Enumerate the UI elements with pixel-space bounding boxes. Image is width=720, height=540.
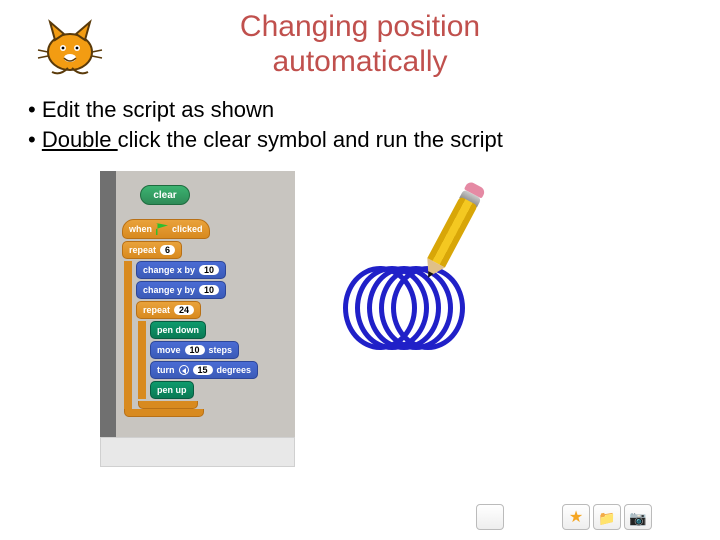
pen-up-block[interactable]: pen up [150,381,194,399]
bullet-1: Edit the script as shown [28,97,720,123]
scratch-script-area: clear when clicked repeat 6 change x by … [100,171,295,441]
ccw-arrow-icon [179,365,189,375]
bullet-list: Edit the script as shown Double click th… [28,97,720,153]
stage-output [323,171,533,411]
title-line-2: automatically [272,45,447,78]
change-x-block[interactable]: change x by 10 [136,261,226,279]
when-flag-clicked-block[interactable]: when clicked [122,219,210,239]
scratch-cat-logo [30,10,110,80]
move-steps-block[interactable]: move 10 steps [150,341,239,359]
repeat-outer-foot [124,409,204,417]
pencil-sprite [420,180,486,281]
pen-down-block[interactable]: pen down [150,321,206,339]
toolbox-button[interactable] [476,504,504,530]
new-sprite-camera-button[interactable]: 📷 [624,504,652,530]
repeat-outer-block[interactable]: repeat 6 [122,241,182,259]
repeat-inner-block[interactable]: repeat 24 [136,301,201,319]
green-flag-icon [156,223,168,235]
new-sprite-paint-button[interactable]: ★ [562,504,590,530]
sprite-toolbar: ★ 📁 📷 [476,504,652,530]
title-line-1: Changing position [240,10,480,43]
clear-block[interactable]: clear [140,185,190,205]
turn-degrees-block[interactable]: turn 15 degrees [150,361,258,379]
new-sprite-file-button[interactable]: 📁 [593,504,621,530]
change-y-block[interactable]: change y by 10 [136,281,226,299]
palette-tab [100,437,295,467]
repeat-inner-foot [138,401,198,409]
bullet-2: Double click the clear symbol and run th… [28,127,720,153]
